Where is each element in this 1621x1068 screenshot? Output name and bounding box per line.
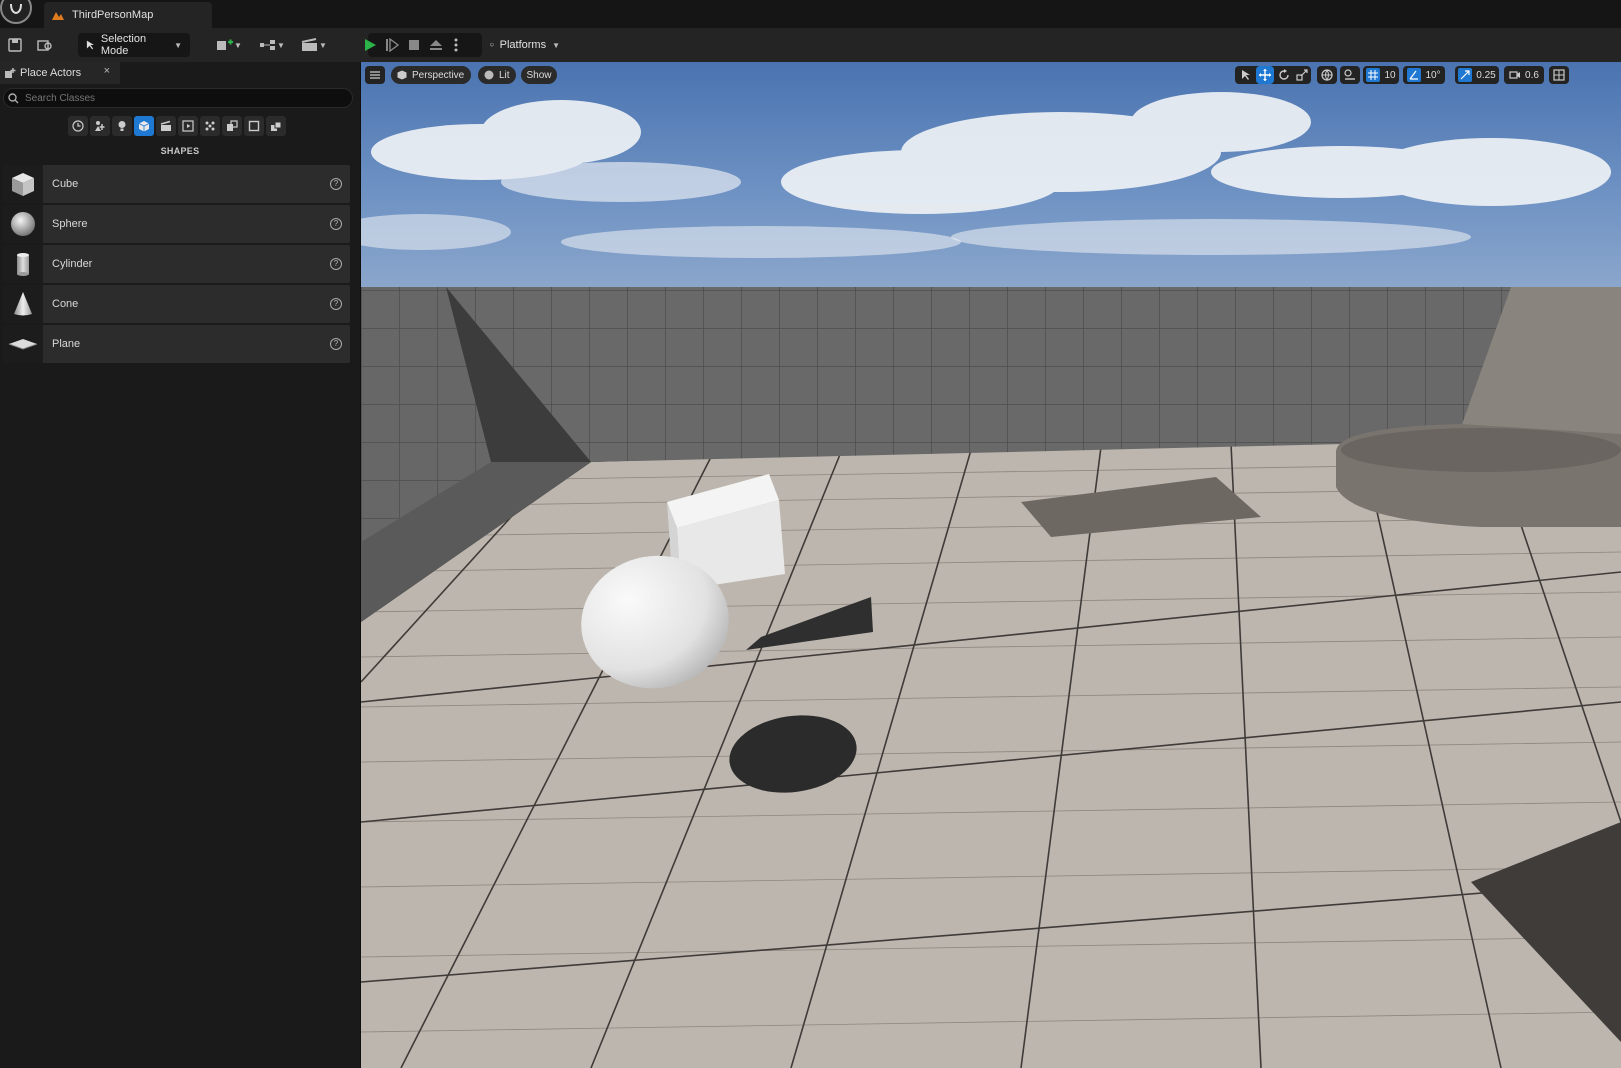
- advance-frame-icon[interactable]: [382, 34, 402, 56]
- map-icon: [52, 12, 64, 20]
- plane-icon: [3, 325, 43, 363]
- translate-tool-icon[interactable]: [1256, 66, 1274, 84]
- actor-item-plane[interactable]: Plane ?: [3, 325, 350, 363]
- select-tool-icon[interactable]: [1237, 66, 1255, 84]
- cylinder-platform: [1336, 424, 1621, 527]
- perspective-cube-icon: [397, 70, 407, 80]
- geometry-icon[interactable]: [244, 116, 264, 136]
- help-icon[interactable]: ?: [330, 258, 342, 270]
- camera-speed-value: 0.6: [1525, 69, 1539, 81]
- perspective-label: Perspective: [412, 69, 465, 81]
- place-actors-tab-label: Place Actors: [20, 67, 82, 79]
- selection-mode-label: Selection Mode: [100, 33, 147, 57]
- place-actors-tab[interactable]: Place Actors ×: [0, 62, 120, 84]
- scale-snap-button[interactable]: 0.25: [1455, 66, 1499, 84]
- platforms-button[interactable]: Platforms ▼: [482, 33, 568, 57]
- rotation-snap-icon: [1407, 68, 1422, 82]
- perspective-button[interactable]: Perspective: [391, 66, 471, 84]
- all-classes-icon[interactable]: [222, 116, 242, 136]
- actor-category-bar: [68, 116, 286, 136]
- actor-item-label: Plane: [52, 338, 81, 350]
- browse-content-icon[interactable]: [34, 34, 56, 56]
- eject-icon[interactable]: [426, 34, 446, 56]
- sphere-icon: [3, 205, 43, 243]
- cylinder-icon: [3, 245, 43, 283]
- lit-button[interactable]: Lit: [478, 66, 516, 84]
- place-actors-panel: Place Actors × SHAPES Cube ? Sphere: [0, 62, 360, 1068]
- scale-snap-value: 0.25: [1476, 69, 1496, 81]
- stop-icon[interactable]: [404, 34, 424, 56]
- basic-actors-icon[interactable]: [90, 116, 110, 136]
- cinematic-icon[interactable]: [156, 116, 176, 136]
- help-icon[interactable]: ?: [330, 178, 342, 190]
- lights-icon[interactable]: [112, 116, 132, 136]
- actor-item-label: Cone: [52, 298, 79, 310]
- surface-snap-icon[interactable]: [1340, 66, 1360, 84]
- grid-snap-value: 10: [1384, 69, 1396, 81]
- viewport-scene[interactable]: [361, 62, 1621, 1068]
- actor-list: Cube ? Sphere ? Cylinder ? Cone ? Plane …: [3, 165, 350, 365]
- volumes-icon[interactable]: [200, 116, 220, 136]
- search-classes-box[interactable]: [3, 88, 353, 108]
- place-actors-icon: [5, 68, 16, 78]
- world-local-icon[interactable]: [1317, 66, 1337, 84]
- add-actor-icon[interactable]: ▼: [214, 34, 244, 56]
- rotation-snap-button[interactable]: 10°: [1403, 66, 1445, 84]
- blueprints-icon[interactable]: ▼: [256, 34, 288, 56]
- rotation-snap-value: 10°: [1425, 69, 1441, 81]
- chevron-down-icon: ▼: [174, 40, 182, 50]
- camera-speed-button[interactable]: 0.6: [1504, 66, 1544, 84]
- play-icon[interactable]: [360, 34, 380, 56]
- section-title: SHAPES: [160, 146, 200, 156]
- scale-tool-icon[interactable]: [1293, 66, 1311, 84]
- actor-item-cylinder[interactable]: Cylinder ?: [3, 245, 350, 283]
- title-bar: ThirdPersonMap: [0, 0, 1621, 28]
- grid-snap-icon: [1366, 68, 1381, 82]
- viewport-options-icon[interactable]: [365, 66, 385, 84]
- show-button[interactable]: Show: [521, 66, 557, 84]
- actor-item-label: Sphere: [52, 218, 88, 230]
- help-icon[interactable]: ?: [330, 338, 342, 350]
- back-wall: [446, 287, 1511, 462]
- camera-icon: [1509, 71, 1521, 79]
- actor-item-cone[interactable]: Cone ?: [3, 285, 350, 323]
- level-tab[interactable]: ThirdPersonMap: [44, 2, 212, 28]
- actor-item-label: Cube: [52, 178, 79, 190]
- help-icon[interactable]: ?: [330, 298, 342, 310]
- viewport-layout-icon[interactable]: [1549, 66, 1569, 84]
- visual-effects-icon[interactable]: [178, 116, 198, 136]
- lit-label: Lit: [499, 69, 510, 81]
- cube-icon: [3, 165, 43, 203]
- main-toolbar: Selection Mode ▼ ▼ ▼ ▼ Platforms ▼: [0, 28, 1621, 62]
- help-icon[interactable]: ?: [330, 218, 342, 230]
- grid-snap-button[interactable]: 10: [1363, 66, 1399, 84]
- scale-snap-icon: [1458, 68, 1473, 82]
- rotate-tool-icon[interactable]: [1275, 66, 1293, 84]
- show-label: Show: [526, 69, 552, 81]
- actor-item-sphere[interactable]: Sphere ?: [3, 205, 350, 243]
- actor-item-cube[interactable]: Cube ?: [3, 165, 350, 203]
- save-icon[interactable]: [4, 34, 26, 56]
- platforms-label: Platforms: [499, 39, 547, 51]
- cinematics-icon[interactable]: ▼: [298, 34, 330, 56]
- chevron-down-icon: ▼: [552, 40, 560, 50]
- lit-sphere-icon: [484, 70, 494, 80]
- level-viewport[interactable]: Perspective Lit Show 10 10° 0.25 0.6: [361, 62, 1621, 1068]
- level-tab-label: ThirdPersonMap: [72, 9, 154, 21]
- selection-mode-button[interactable]: Selection Mode ▼: [78, 33, 190, 57]
- unreal-logo-icon[interactable]: [0, 0, 32, 24]
- platforms-icon: [490, 43, 494, 47]
- actor-item-label: Cylinder: [52, 258, 93, 270]
- search-classes-input[interactable]: [25, 92, 325, 104]
- search-icon: [8, 92, 19, 103]
- recently-placed-icon[interactable]: [68, 116, 88, 136]
- play-options-icon[interactable]: [450, 34, 462, 56]
- close-icon[interactable]: ×: [104, 65, 110, 77]
- cursor-icon: [86, 40, 94, 50]
- shapes-icon[interactable]: [134, 116, 154, 136]
- extra-classes-icon[interactable]: [266, 116, 286, 136]
- cone-icon: [3, 285, 43, 323]
